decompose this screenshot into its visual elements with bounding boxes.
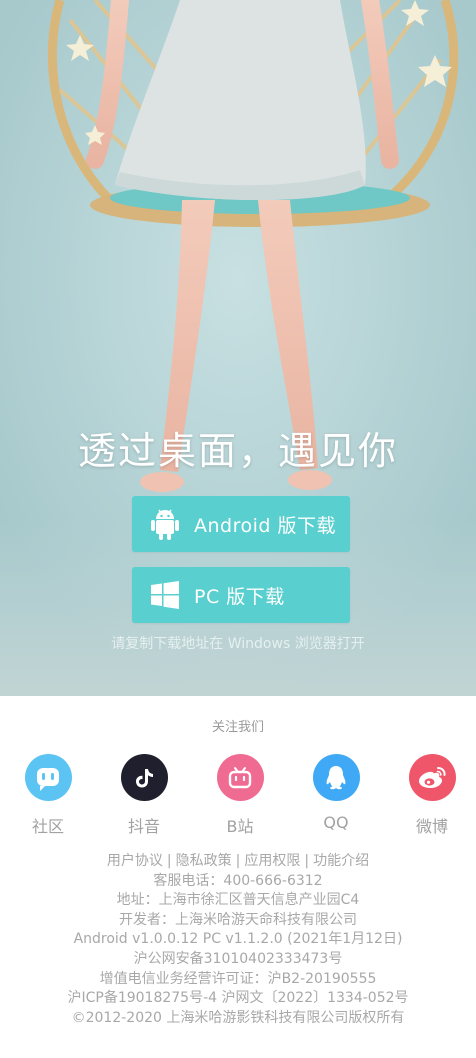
icp-record: 沪ICP备19018275号-4 沪网文〔2022〕1334-052号 xyxy=(67,990,409,1007)
user-agreement-link[interactable]: 用户协议 xyxy=(107,853,163,869)
hero-tagline: 透过桌面，遇见你 xyxy=(77,429,398,473)
android-download-button[interactable]: Android 版下载 xyxy=(132,496,350,552)
app-permissions-link[interactable]: 应用权限 xyxy=(244,853,300,869)
footer-info: 用户协议 | 隐私政策 | 应用权限 | 功能介绍 客服电话：400-666-6312 地址… xyxy=(0,852,476,1028)
social-douyin-link[interactable]: 抖音 xyxy=(112,754,176,837)
follow-us-title: 关注我们 xyxy=(211,720,264,735)
social-qq-link[interactable]: QQ xyxy=(304,754,368,832)
windows-icon xyxy=(150,580,180,610)
police-record: 沪公网安备31010402333473号 xyxy=(133,950,343,967)
version-info: Android v1.0.0.12 PC v1.1.2.0 (2021年1月12… xyxy=(73,931,403,948)
social-weibo-link[interactable]: 微博 xyxy=(400,754,464,837)
bilibili-icon xyxy=(216,754,264,801)
developer-info: 开发者：上海米哈游天命科技有限公司 xyxy=(119,911,357,928)
service-phone: 客服电话：400-666-6312 xyxy=(153,872,323,889)
footer-links-row: 用户协议 | 隐私政策 | 应用权限 | 功能介绍 xyxy=(0,852,476,872)
social-douyin-label: 抖音 xyxy=(127,817,160,836)
telecom-license: 增值电信业务经营许可证：沪B2-20190555 xyxy=(99,970,377,987)
copyright: ©2012-2020 上海米哈游影铁科技有限公司版权所有 xyxy=(71,1009,405,1026)
link-separator: | xyxy=(304,853,310,869)
community-icon xyxy=(24,754,72,801)
feature-intro-link[interactable]: 功能介绍 xyxy=(313,853,369,869)
social-weibo-label: 微博 xyxy=(415,817,448,836)
link-separator: | xyxy=(166,853,172,869)
weibo-icon xyxy=(408,754,456,801)
download-hint: 请复制下载地址在 Windows 浏览器打开 xyxy=(111,636,365,652)
douyin-icon xyxy=(120,754,168,801)
link-separator: | xyxy=(235,853,241,869)
social-qq-label: QQ xyxy=(323,813,349,832)
social-bilibili-link[interactable]: B站 xyxy=(208,754,272,837)
pc-download-label: PC 版下载 xyxy=(194,585,285,608)
social-community-label: 社区 xyxy=(31,817,64,836)
social-bilibili-label: B站 xyxy=(226,817,254,836)
android-download-label: Android 版下载 xyxy=(194,514,336,537)
pc-download-button[interactable]: PC 版下载 xyxy=(132,567,350,623)
qq-icon xyxy=(312,754,360,801)
social-links: 社区 抖音 B站 QQ 微博 xyxy=(0,754,476,844)
company-address: 地址：上海市徐汇区普天信息产业园C4 xyxy=(116,892,360,909)
hero-banner: 透过桌面，遇见你 Android 版下载 PC 版下载 请复制下载地址在 Win… xyxy=(0,0,476,696)
android-icon xyxy=(150,509,180,540)
privacy-policy-link[interactable]: 隐私政策 xyxy=(176,853,232,869)
social-community-link[interactable]: 社区 xyxy=(16,754,80,837)
